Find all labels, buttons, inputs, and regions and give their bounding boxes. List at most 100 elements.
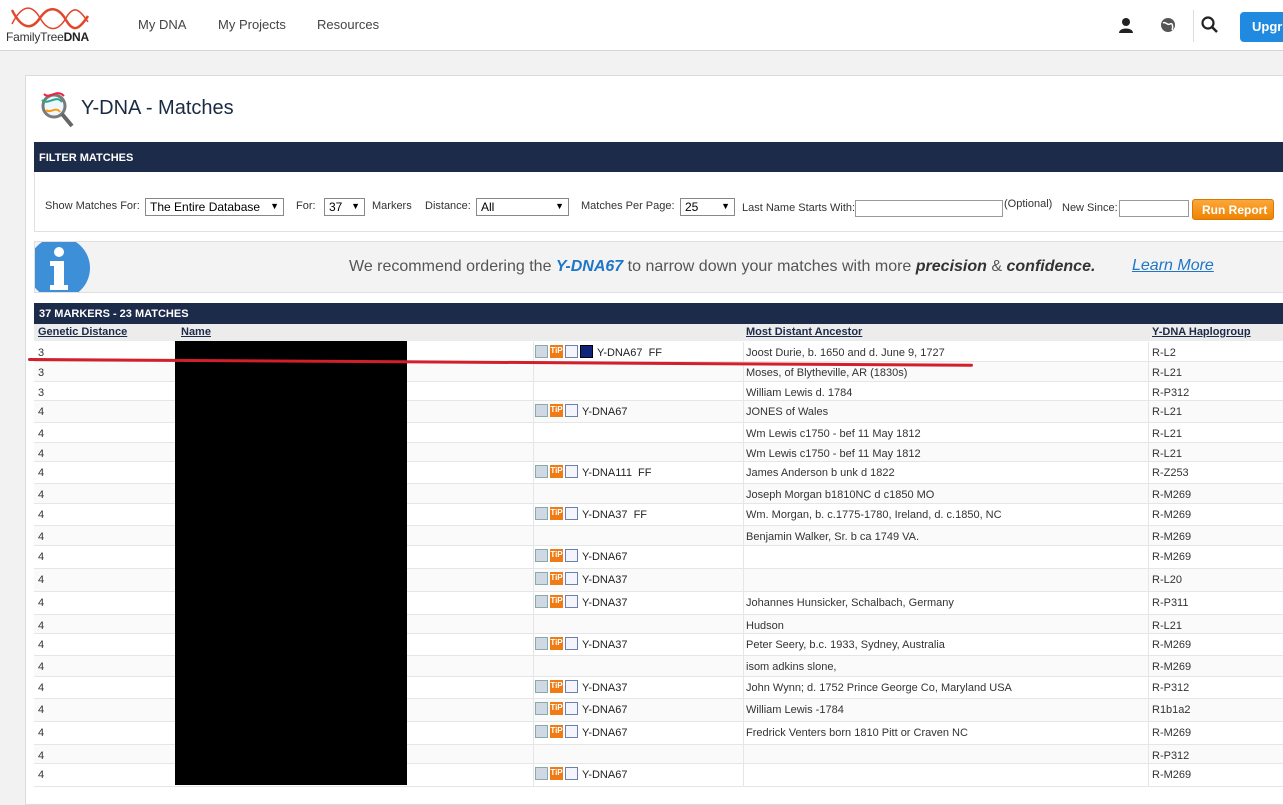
- tip-icon[interactable]: TiP: [550, 637, 563, 650]
- family-tree-icon[interactable]: [580, 345, 593, 358]
- tip-icon[interactable]: TiP: [550, 507, 563, 520]
- user-icon[interactable]: [1115, 14, 1137, 36]
- match-actions: TiP Y-DNA37: [535, 572, 627, 586]
- tip-icon[interactable]: TiP: [550, 549, 563, 562]
- banner-text-part: We recommend ordering the: [349, 258, 552, 275]
- tip-icon[interactable]: TiP: [550, 404, 563, 417]
- genetic-distance-cell: 4: [38, 448, 45, 460]
- distance-value: All: [481, 200, 495, 214]
- column-divider: [533, 443, 534, 461]
- header-haplogroup[interactable]: Y-DNA Haplogroup: [1152, 326, 1251, 338]
- genetic-distance-cell: 4: [38, 727, 45, 739]
- column-divider: [533, 745, 534, 763]
- globe-icon[interactable]: [1157, 14, 1179, 36]
- mail-icon[interactable]: [535, 725, 548, 738]
- column-divider: [743, 423, 744, 442]
- notes-icon[interactable]: [565, 404, 578, 417]
- distance-label: Distance:: [425, 200, 471, 212]
- column-divider: [533, 634, 534, 655]
- mail-icon[interactable]: [535, 702, 548, 715]
- ancestor-cell: Joost Durie, b. 1650 and d. June 9, 1727: [746, 347, 945, 359]
- tip-icon[interactable]: TiP: [550, 702, 563, 715]
- notes-icon[interactable]: [565, 725, 578, 738]
- mail-icon[interactable]: [535, 637, 548, 650]
- notes-icon[interactable]: [565, 680, 578, 693]
- column-divider: [533, 526, 534, 545]
- column-divider: [1148, 362, 1149, 381]
- header-name[interactable]: Name: [181, 326, 211, 338]
- header-ancestor[interactable]: Most Distant Ancestor: [746, 326, 862, 338]
- haplogroup-cell: R-M269: [1152, 551, 1192, 563]
- haplogroup-cell: R-M269: [1152, 661, 1192, 673]
- run-report-button[interactable]: Run Report: [1192, 199, 1274, 220]
- ancestor-cell: James Anderson b unk d 1822: [746, 467, 895, 479]
- genetic-distance-cell: 4: [38, 620, 45, 632]
- distance-select[interactable]: All ▼: [476, 198, 569, 216]
- notes-icon[interactable]: [565, 345, 578, 358]
- mail-icon[interactable]: [535, 507, 548, 520]
- column-divider: [533, 569, 534, 591]
- tip-icon[interactable]: TiP: [550, 767, 563, 780]
- header-genetic-distance[interactable]: Genetic Distance: [38, 326, 127, 338]
- nav-resources[interactable]: Resources: [317, 17, 379, 32]
- upgrade-button[interactable]: Upgr: [1240, 12, 1283, 42]
- column-divider: [1148, 462, 1149, 483]
- tip-icon[interactable]: TiP: [550, 572, 563, 585]
- search-icon[interactable]: [1199, 14, 1221, 36]
- column-divider: [743, 699, 744, 721]
- last-name-input[interactable]: [855, 200, 1003, 217]
- mail-icon[interactable]: [535, 549, 548, 562]
- tip-icon[interactable]: TiP: [550, 725, 563, 738]
- tip-icon[interactable]: TiP: [550, 680, 563, 693]
- mail-icon[interactable]: [535, 595, 548, 608]
- per-page-select[interactable]: 25 ▼: [680, 198, 735, 216]
- column-divider: [533, 615, 534, 633]
- haplogroup-cell: R-M269: [1152, 769, 1192, 781]
- nav-my-projects[interactable]: My Projects: [218, 17, 286, 32]
- mail-icon[interactable]: [535, 404, 548, 417]
- tip-icon[interactable]: TiP: [550, 595, 563, 608]
- tip-icon[interactable]: TiP: [550, 465, 563, 478]
- test-type-cell: Y-DNA67: [582, 406, 628, 418]
- markers-select[interactable]: 37 ▼: [324, 198, 365, 216]
- test-type-cell: Y-DNA67: [582, 769, 628, 781]
- tip-icon[interactable]: TiP: [550, 345, 563, 358]
- mail-icon[interactable]: [535, 465, 548, 478]
- mail-icon[interactable]: [535, 572, 548, 585]
- column-divider: [743, 592, 744, 614]
- notes-icon[interactable]: [565, 595, 578, 608]
- column-divider: [1148, 546, 1149, 568]
- column-divider: [533, 484, 534, 503]
- column-divider: [1148, 443, 1149, 461]
- column-divider: [1148, 722, 1149, 744]
- new-since-input[interactable]: [1119, 200, 1189, 217]
- test-type-cell: Y-DNA67 FF: [597, 347, 663, 359]
- haplogroup-cell: R-M269: [1152, 489, 1192, 501]
- notes-icon[interactable]: [565, 767, 578, 780]
- mail-icon[interactable]: [535, 345, 548, 358]
- nav-divider: [1193, 10, 1194, 42]
- column-divider: [533, 656, 534, 676]
- test-type-cell: Y-DNA37: [582, 639, 628, 651]
- notes-icon[interactable]: [565, 549, 578, 562]
- mail-icon[interactable]: [535, 767, 548, 780]
- learn-more-link[interactable]: Learn More: [1132, 257, 1214, 275]
- mail-icon[interactable]: [535, 680, 548, 693]
- notes-icon[interactable]: [565, 572, 578, 585]
- match-actions: TiP Y-DNA37: [535, 637, 627, 651]
- genetic-distance-cell: 4: [38, 661, 45, 673]
- test-type-cell: Y-DNA67: [582, 704, 628, 716]
- show-for-select[interactable]: The Entire Database ▼: [145, 198, 284, 216]
- haplogroup-cell: R-M269: [1152, 727, 1192, 739]
- genetic-distance-cell: 4: [38, 406, 45, 418]
- column-divider: [743, 615, 744, 633]
- logo[interactable]: FamilyTreeDNA: [6, 6, 106, 46]
- notes-icon[interactable]: [565, 507, 578, 520]
- column-divider: [1148, 401, 1149, 422]
- notes-icon[interactable]: [565, 637, 578, 650]
- filter-bar-title: FILTER MATCHES: [34, 142, 1283, 172]
- haplogroup-cell: R-M269: [1152, 531, 1192, 543]
- nav-my-dna[interactable]: My DNA: [138, 17, 186, 32]
- notes-icon[interactable]: [565, 465, 578, 478]
- notes-icon[interactable]: [565, 702, 578, 715]
